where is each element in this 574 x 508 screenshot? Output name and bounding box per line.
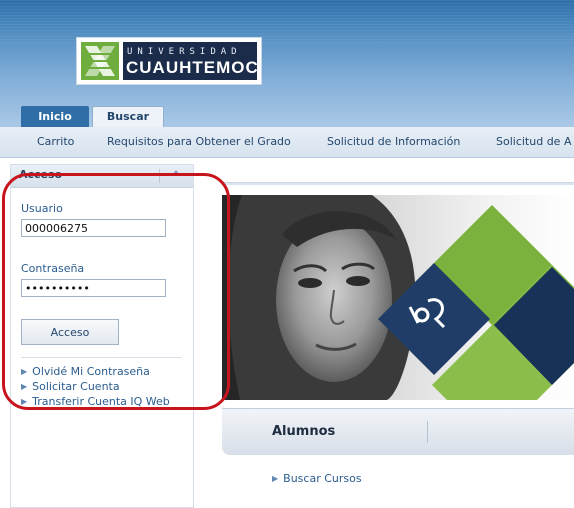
header-banner: UNIVERSIDAD CUAUHTEMOC Inicio Buscar	[0, 0, 574, 127]
bullet-arrow-icon: ▶	[272, 474, 279, 483]
highlight-annotation	[2, 173, 230, 410]
logo-top-text: UNIVERSIDAD	[127, 47, 242, 57]
nav-solicitud-a[interactable]: Solicitud de A	[496, 135, 571, 148]
buscar-cursos-link[interactable]: ▶ Buscar Cursos	[272, 472, 362, 485]
university-logo[interactable]: UNIVERSIDAD CUAUHTEMOC	[76, 37, 262, 85]
logo-emblem-icon	[81, 42, 119, 80]
top-nav-bar: Carrito Requisitos para Obtener el Grado…	[0, 127, 574, 158]
logo-wordmark: UNIVERSIDAD CUAUHTEMOC	[123, 42, 259, 80]
section-title: Alumnos	[272, 424, 336, 439]
section-divider	[427, 421, 428, 443]
nav-requisitos[interactable]: Requisitos para Obtener el Grado	[107, 135, 291, 148]
content-frame-top	[222, 182, 574, 185]
buscar-cursos-label: Buscar Cursos	[283, 472, 362, 485]
nav-carrito[interactable]: Carrito	[37, 135, 74, 148]
logo-name-text: CUAUHTEMOC	[126, 58, 259, 77]
hero-banner-image	[222, 195, 574, 400]
tab-inicio[interactable]: Inicio	[21, 106, 89, 127]
nav-solicitud-informacion[interactable]: Solicitud de Información	[327, 135, 460, 148]
section-header-alumnos: Alumnos	[222, 408, 574, 455]
tab-buscar[interactable]: Buscar	[92, 106, 164, 127]
